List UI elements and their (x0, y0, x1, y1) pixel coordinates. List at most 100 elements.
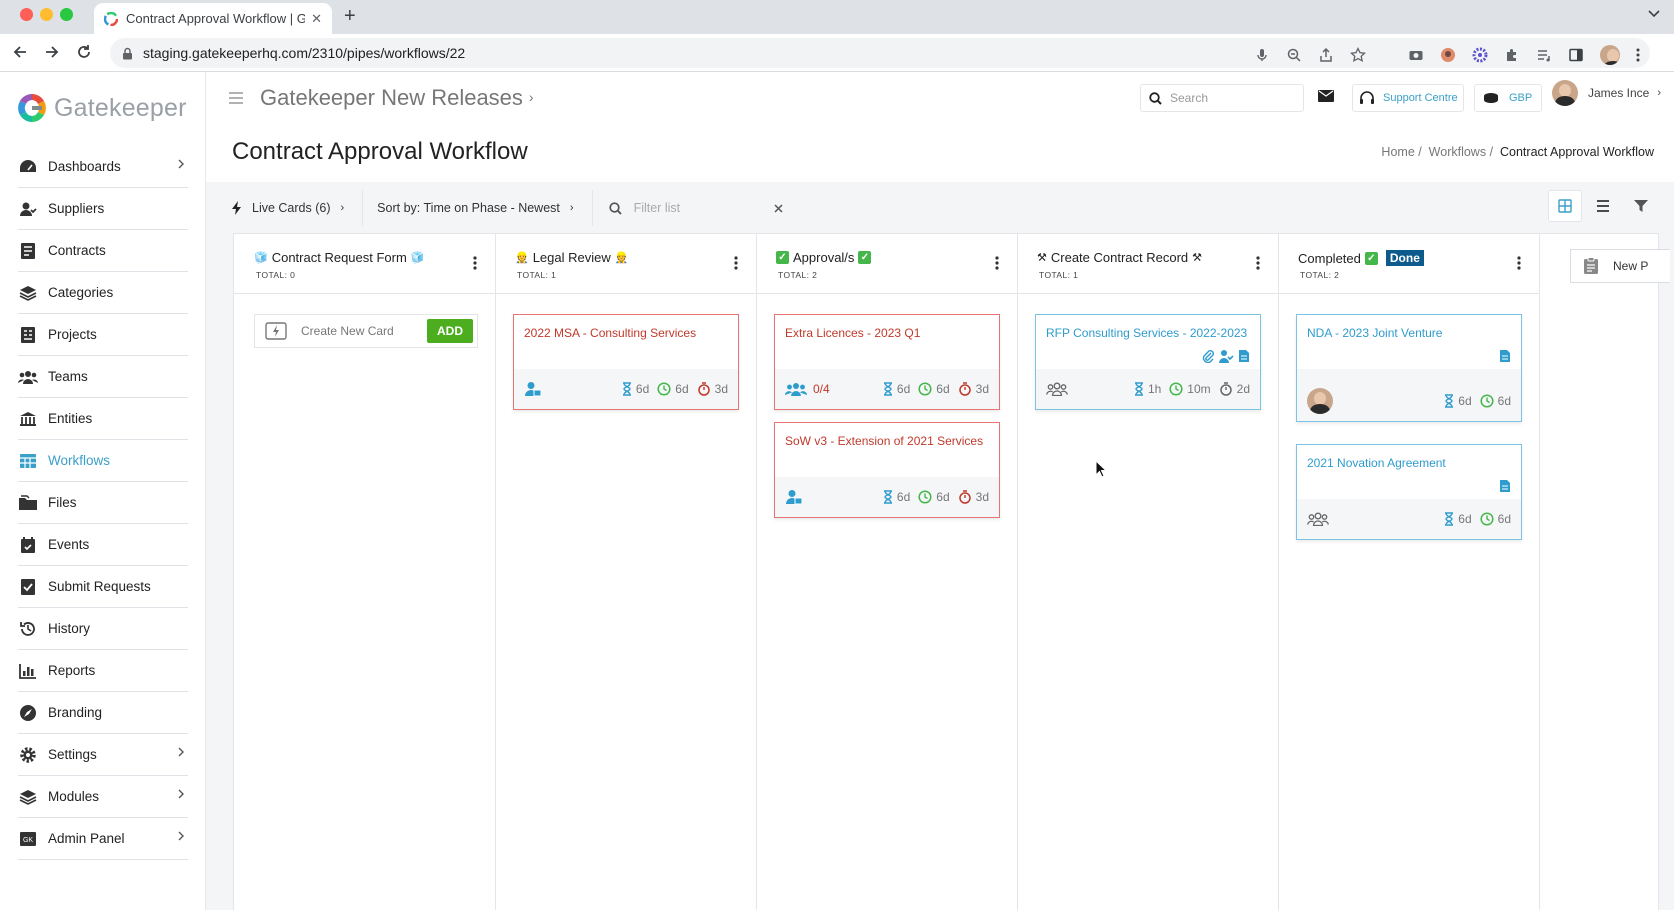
modules-icon (18, 787, 38, 807)
share-icon[interactable] (1318, 47, 1334, 63)
back-arrow-icon[interactable] (12, 44, 28, 60)
add-card-button[interactable]: ADD (427, 319, 473, 343)
workflow-card[interactable]: 2022 MSA - Consulting Services 6d 6d 3d (513, 314, 739, 410)
user-menu[interactable]: James Ince › (1552, 80, 1661, 106)
mail-icon[interactable] (1318, 90, 1334, 102)
kebab-menu-icon[interactable] (1517, 256, 1521, 270)
address-bar[interactable]: staging.gatekeeperhq.com/2310/pipes/work… (110, 38, 1650, 68)
sidebar-item-modules[interactable]: Modules (18, 776, 188, 818)
breadcrumb-workflows[interactable]: Workflows (1429, 145, 1486, 159)
microphone-icon[interactable] (1254, 47, 1270, 63)
support-centre-button[interactable]: Support Centre (1352, 84, 1464, 112)
sidebar-item-contracts[interactable]: Contracts (18, 230, 188, 272)
list-icon (1597, 200, 1609, 212)
bookmark-star-icon[interactable] (1350, 47, 1366, 63)
workflow-card[interactable]: Extra Licences - 2023 Q1 0/4 6d 6d 3d (774, 314, 1000, 410)
browser-menu-icon[interactable] (1636, 48, 1640, 62)
hourglass-icon (1134, 382, 1143, 396)
new-phase-button[interactable]: New P (1570, 249, 1670, 283)
extensions-puzzle-icon[interactable] (1504, 47, 1520, 63)
sidebar-item-suppliers[interactable]: Suppliers (18, 188, 188, 230)
phase-total: TOTAL: 1 (1039, 270, 1079, 280)
metric-value: 6d (1497, 394, 1511, 408)
workflow-card[interactable]: RFP Consulting Services - 2022-2023 1h 1… (1035, 314, 1261, 410)
kebab-menu-icon[interactable] (995, 256, 999, 270)
chevron-right-icon (178, 831, 184, 841)
paperclip-icon (1202, 350, 1214, 363)
create-card-input[interactable]: Create New Card ADD (254, 314, 478, 348)
sidebar-item-history[interactable]: History (18, 608, 188, 650)
live-cards-dropdown[interactable]: Live Cards (6) › (218, 190, 364, 226)
sidebar-item-projects[interactable]: Projects (18, 314, 188, 356)
currency-button[interactable]: GBP (1474, 84, 1542, 112)
forward-arrow-icon[interactable] (44, 44, 60, 60)
suppliers-icon (18, 199, 38, 219)
sidebar-item-categories[interactable]: Categories (18, 272, 188, 314)
gatekeeper-logo[interactable]: Gatekeeper (16, 92, 187, 124)
sidebar-item-branding[interactable]: Branding (18, 692, 188, 734)
tab-search-chevron-icon[interactable] (1648, 10, 1660, 18)
browser-profile-avatar[interactable] (1600, 45, 1620, 65)
sidebar-item-admin-panel[interactable]: GK Admin Panel (18, 818, 188, 860)
clock-icon (918, 490, 932, 504)
submit-icon (18, 577, 38, 597)
breadcrumb-home[interactable]: Home (1381, 145, 1414, 159)
list-view-button[interactable] (1586, 190, 1620, 222)
filter-button[interactable] (1624, 190, 1658, 222)
sidebar-item-teams[interactable]: Teams (18, 356, 188, 398)
sidebar-item-label: Contracts (48, 243, 106, 258)
search-placeholder: Search (1170, 91, 1209, 105)
clear-filter-icon[interactable] (774, 203, 783, 213)
sidebar-item-dashboards[interactable]: Dashboards (18, 146, 188, 188)
board-view-button[interactable] (1548, 190, 1582, 222)
sidebar-item-label: Modules (48, 789, 100, 804)
profile-extension-icon[interactable] (1440, 47, 1456, 63)
kebab-menu-icon[interactable] (473, 256, 477, 270)
metric-value: 6d (635, 382, 650, 396)
sidebar-item-settings[interactable]: Settings (18, 734, 188, 776)
currency-label: GBP (1509, 92, 1533, 104)
sort-dropdown[interactable]: Sort by: Time on Phase - Newest › (363, 190, 593, 226)
deadline: 3d (697, 382, 728, 396)
zoom-window-button[interactable] (60, 8, 73, 21)
chevron-right-icon (178, 159, 184, 169)
kebab-menu-icon[interactable] (734, 256, 738, 270)
media-queue-icon[interactable] (1536, 47, 1552, 63)
gear-extension-icon[interactable] (1472, 47, 1488, 63)
workflow-card[interactable]: SoW v3 - Extension of 2021 Services 6d 6… (774, 422, 1000, 518)
sidebar-item-submit-requests[interactable]: Submit Requests (18, 566, 188, 608)
sidepanel-icon[interactable] (1568, 47, 1584, 63)
stopwatch-icon (1219, 382, 1232, 396)
deadline: 3d (958, 490, 989, 504)
phase-title: Approval/s (793, 250, 855, 265)
minimize-window-button[interactable] (40, 8, 53, 21)
workflow-card[interactable]: 2021 Novation Agreement 6d 6d (1296, 444, 1522, 540)
workflow-card[interactable]: NDA - 2023 Joint Venture 6d 6d (1296, 314, 1522, 422)
card-title: SoW v3 - Extension of 2021 Services (785, 434, 984, 448)
sidebar-item-label: Branding (48, 705, 103, 720)
tools-emoji-icon: ⚒ (1192, 252, 1203, 264)
close-tab-icon[interactable]: ✕ (311, 11, 322, 27)
zoom-icon[interactable] (1286, 47, 1302, 63)
sidebar-item-workflows[interactable]: Workflows (18, 440, 188, 482)
metric-value: 1h (1147, 382, 1162, 396)
reload-icon[interactable] (76, 44, 92, 60)
sidebar-item-entities[interactable]: Entities (18, 398, 188, 440)
sidebar-item-events[interactable]: Events (18, 524, 188, 566)
sidebar-item-files[interactable]: Files (18, 482, 188, 524)
sidebar-item-label: Events (48, 537, 90, 552)
kebab-menu-icon[interactable] (1256, 256, 1260, 270)
close-window-button[interactable] (20, 8, 33, 21)
project-switcher[interactable]: Gatekeeper New Releases › (260, 85, 534, 111)
filter-input[interactable]: Filter list (593, 201, 783, 215)
camera-extension-icon[interactable] (1408, 47, 1424, 63)
time-on-phase: 6d (622, 382, 649, 396)
clock-icon (657, 382, 671, 396)
hamburger-menu-icon[interactable] (228, 92, 244, 104)
search-input[interactable]: Search (1140, 84, 1304, 112)
new-tab-button[interactable]: + (344, 5, 356, 28)
user-check-icon (1219, 350, 1234, 363)
contracts-icon (18, 241, 38, 261)
browser-tab[interactable]: Contract Approval Workflow | G ✕ (94, 3, 332, 34)
sidebar-item-reports[interactable]: Reports (18, 650, 188, 692)
